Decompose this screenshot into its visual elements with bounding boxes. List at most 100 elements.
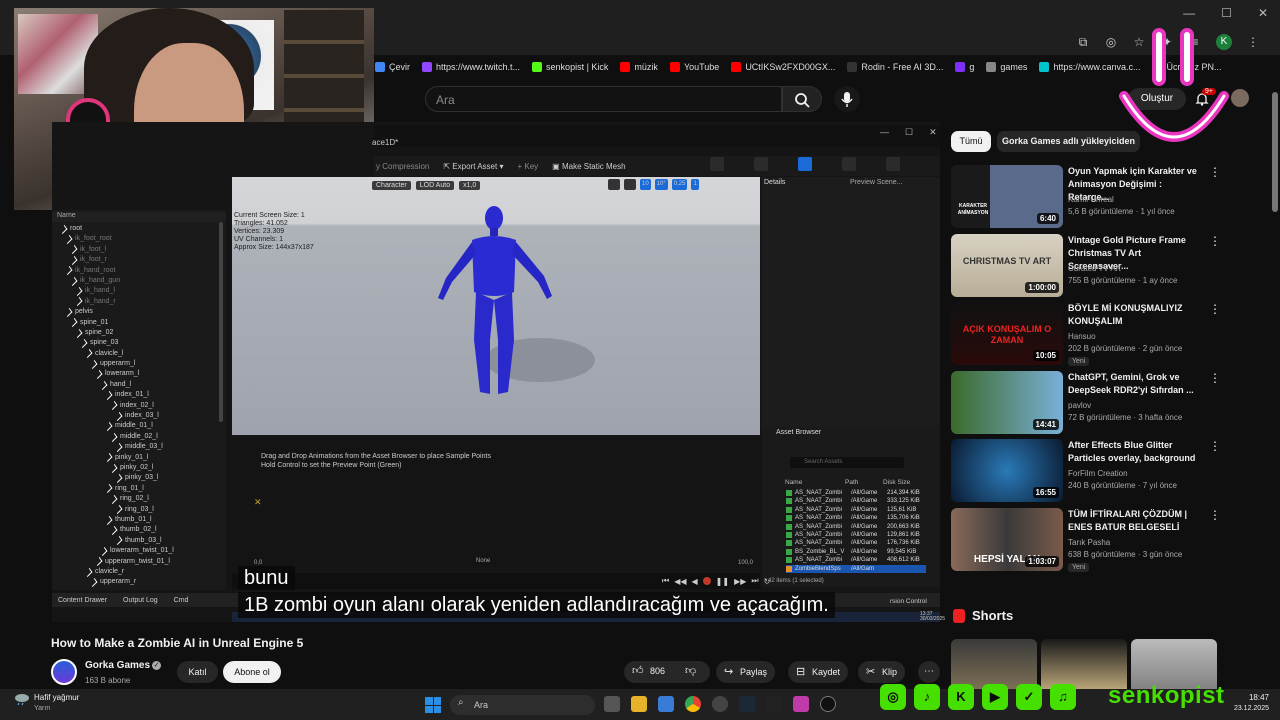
recommended-video[interactable]: AÇIK KONUŞALIM O ZAMAN 10:05 BÖYLE Mİ KONU…	[951, 302, 1231, 367]
shorts-heading: Shorts	[972, 608, 1014, 623]
video-menu-icon[interactable]: ⋮	[1209, 234, 1221, 248]
channel-name[interactable]: Gorka Games	[85, 660, 150, 671]
bookmark-item[interactable]: Çevir	[375, 62, 410, 72]
video-channel[interactable]: pavlov	[1068, 401, 1091, 410]
more-actions-button[interactable]: ⋯	[918, 661, 940, 683]
animation-asset-icon	[786, 557, 792, 564]
share-button[interactable]: ↪ Paylaş	[716, 661, 776, 683]
weather-label[interactable]: Hafif yağmur	[34, 693, 79, 702]
steam-icon[interactable]	[739, 696, 755, 712]
video-channel[interactable]: Kamil Unreal	[1068, 195, 1114, 204]
bell-icon: ♫	[1050, 684, 1076, 710]
video-title[interactable]: ChatGPT, Gemini, Grok ve DeepSeek RDR2'y…	[1068, 371, 1202, 397]
clock-date[interactable]: 23.12.2025	[1221, 705, 1269, 712]
video-channel[interactable]: Curated TV Art	[1068, 264, 1121, 273]
video-menu-icon[interactable]: ⋮	[1209, 371, 1221, 385]
bookmark-item[interactable]: senkopist | Kick	[532, 62, 608, 72]
video-menu-icon[interactable]: ⋮	[1209, 508, 1221, 522]
asset-count: 42 items (1 selected)	[768, 578, 824, 584]
like-icon[interactable]: 👍︎	[632, 664, 644, 677]
search-input[interactable]: Ara	[425, 86, 782, 112]
video-channel[interactable]: Tarık Pasha	[1068, 538, 1110, 547]
video-channel[interactable]: Hansuo	[1068, 332, 1096, 341]
video-thumbnail[interactable]: CHRISTMAS TV ART 1:00:00	[951, 233, 1063, 297]
bone-check-icon	[114, 411, 123, 421]
clock-time[interactable]: 18:47	[1221, 693, 1269, 702]
channel-avatar[interactable]	[51, 659, 77, 685]
bone-name: spine_03	[90, 339, 119, 347]
blend-axis-max: 100,0	[738, 560, 754, 566]
store-icon[interactable]	[658, 696, 674, 712]
minimize-icon[interactable]: —	[1183, 6, 1195, 20]
video-thumbnail[interactable]: AÇIK KONUŞALIM O ZAMAN 10:05	[951, 302, 1063, 366]
video-thumbnail[interactable]: 16:55	[951, 439, 1063, 503]
like-count[interactable]: 806	[650, 666, 665, 676]
asset-path: /All/Game	[851, 490, 878, 496]
recommended-video[interactable]: HEPSİ YALAN 1:03:07 TÜM İFTİRALARI ÇÖZDÜM …	[951, 508, 1231, 572]
bone-name: ik_hand_gun	[80, 276, 121, 284]
video-title[interactable]: BÖYLE Mİ KONUŞMALIYIZ KONUŞALIM	[1068, 302, 1202, 328]
video-menu-icon[interactable]: ⋮	[1209, 165, 1221, 179]
bookmark-item[interactable]: Rodin - Free AI 3D...	[847, 62, 943, 72]
search-icon	[795, 93, 810, 108]
asset-name: AS_NAAT_Zombi	[795, 515, 842, 522]
rain-cloud-icon	[15, 694, 29, 706]
obs-icon[interactable]	[712, 696, 728, 712]
account-avatar[interactable]	[1231, 89, 1249, 107]
bone-check-icon	[114, 442, 123, 452]
epic-games-icon[interactable]	[766, 696, 782, 712]
join-button[interactable]: Katıl	[177, 661, 218, 683]
app-icon[interactable]	[793, 696, 809, 712]
page-scrollbar[interactable]	[1272, 92, 1278, 212]
recommended-video[interactable]: 14:41 ChatGPT, Gemini, Grok ve DeepSeek R…	[951, 370, 1231, 435]
install-icon[interactable]: ⧉	[1076, 35, 1090, 49]
windows-start-icon[interactable]	[425, 697, 441, 713]
bone-row: pinky_03_l	[52, 473, 226, 484]
video-thumbnail[interactable]: 14:41	[951, 370, 1063, 434]
close-icon[interactable]: ✕	[1258, 6, 1268, 20]
video-title[interactable]: TÜM İFTİRALARI ÇÖZDÜM | ENES BATUR BELGE…	[1068, 508, 1202, 534]
file-explorer-icon[interactable]	[631, 696, 647, 712]
chip-all[interactable]: Tümü	[951, 131, 991, 152]
bone-name: upperarm_l	[100, 360, 136, 368]
video-channel[interactable]: ForFilm Creation	[1068, 469, 1128, 478]
subscribe-button[interactable]: Abone ol	[223, 661, 281, 683]
bookmark-item[interactable]: müzik	[620, 62, 658, 72]
chrome-icon[interactable]	[685, 696, 701, 712]
video-title[interactable]: After Effects Blue Glitter Particles ove…	[1068, 439, 1202, 465]
video-menu-icon[interactable]: ⋮	[1209, 302, 1221, 316]
video-duration: 14:41	[1032, 418, 1059, 430]
search-button[interactable]	[782, 86, 822, 112]
asset-name: AS_NAAT_Zombi	[795, 506, 842, 513]
task-view-icon[interactable]	[604, 696, 620, 712]
kebab-menu-icon[interactable]: ⋮	[1246, 35, 1260, 49]
bookmark-item[interactable]: g	[955, 62, 974, 72]
recommended-video[interactable]: KARAKTER ANİMASYON 6:40 Oyun Yapmak için K…	[951, 165, 1231, 229]
video-thumbnail[interactable]: KARAKTER ANİMASYON 6:40	[951, 165, 1063, 228]
bookmark-item[interactable]: https://www.twitch.t...	[422, 62, 520, 72]
bone-row: spine_03	[52, 338, 226, 349]
unreal-icon[interactable]	[820, 696, 836, 712]
clip-button[interactable]: ✂ Klip	[858, 661, 906, 683]
bone-row: upperarm_twist_01_l	[52, 557, 226, 567]
dislike-icon[interactable]: 👎︎	[685, 664, 696, 677]
video-menu-icon[interactable]: ⋮	[1209, 439, 1221, 453]
save-button[interactable]: ⊟ Kaydet	[788, 661, 849, 683]
viewport-stat-line: UV Channels: 1	[234, 236, 284, 243]
recommended-video[interactable]: 16:55 After Effects Blue Glitter Particle…	[951, 439, 1231, 503]
bookmark-favicon-icon	[847, 62, 858, 72]
bookmark-item[interactable]: UCtIKSw2FXD00GX...	[731, 62, 835, 72]
bookmark-label: games	[1000, 62, 1028, 72]
taskbar-search[interactable]: Ara	[450, 695, 595, 715]
video-thumbnail[interactable]: HEPSİ YALAN 1:03:07	[951, 508, 1063, 571]
bone-column-header: Name	[52, 212, 226, 222]
recommended-video[interactable]: CHRISTMAS TV ART 1:00:00 Vintage Gold Pict…	[951, 233, 1231, 298]
bookmark-item[interactable]: YouTube	[669, 62, 719, 72]
preview-scene-tab: Preview Scene...	[850, 179, 903, 186]
bookmark-item[interactable]: games	[986, 62, 1027, 72]
search-icon: ⌕	[458, 697, 464, 708]
video-duration: 6:40	[1036, 213, 1059, 224]
asset-col-size: Disk Size	[883, 479, 911, 486]
restore-icon[interactable]: ☐	[1221, 6, 1232, 20]
voice-search-button[interactable]	[834, 86, 860, 112]
